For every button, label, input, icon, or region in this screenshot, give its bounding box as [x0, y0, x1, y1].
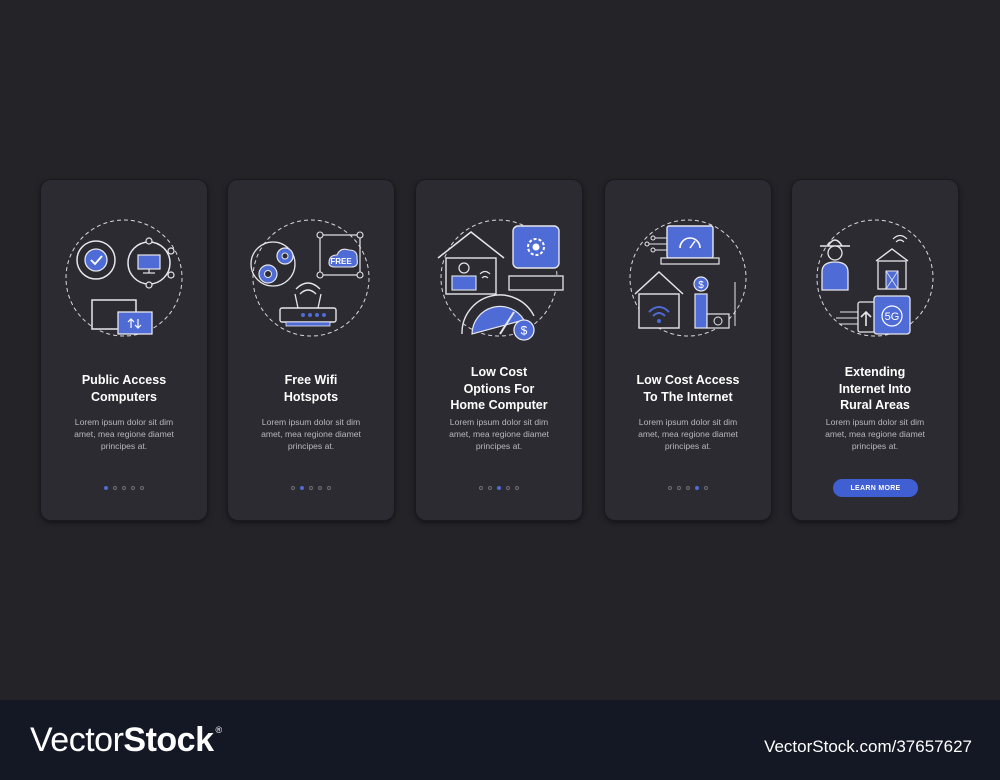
- registered-mark: ®: [215, 725, 222, 735]
- onboarding-card-home-computer: $ Low Cost Options For Home Computer Lor…: [416, 180, 582, 520]
- page-dot[interactable]: [300, 486, 304, 490]
- pagination-dots: [605, 486, 771, 490]
- card-description: Lorem ipsum dolor sit dim amet, mea regi…: [449, 417, 549, 452]
- page-dot[interactable]: [677, 486, 681, 490]
- card-title: Public Access Computers: [81, 373, 167, 404]
- pagination-dots: [416, 486, 582, 490]
- page-dot[interactable]: [704, 486, 708, 490]
- page-dot[interactable]: [695, 486, 699, 490]
- page-dot[interactable]: [686, 486, 690, 490]
- page-dot[interactable]: [291, 486, 295, 490]
- page-dot[interactable]: [318, 486, 322, 490]
- page-dot[interactable]: [309, 486, 313, 490]
- currency-symbol: $: [698, 280, 704, 291]
- brand-logo: VectorStock ®: [30, 721, 222, 760]
- internet-access-icon: $: [629, 219, 747, 337]
- onboarding-card-internet-access: $ Low Cost Access To The Internet Lorem …: [605, 180, 771, 520]
- onboarding-screens: Public Access Computers Lorem ipsum dolo…: [0, 0, 1000, 700]
- card-title: Low Cost Access To The Internet: [636, 373, 740, 404]
- network-label: 5G: [885, 311, 900, 323]
- onboarding-card-public-access: Public Access Computers Lorem ipsum dolo…: [41, 180, 207, 520]
- pagination-dots: [228, 486, 394, 490]
- card-title: Low Cost Options For Home Computer: [450, 365, 548, 412]
- card-title: Extending Internet Into Rural Areas: [838, 365, 912, 412]
- page-dot[interactable]: [506, 486, 510, 490]
- card-description: Lorem ipsum dolor sit dim amet, mea regi…: [638, 417, 738, 452]
- brand-name-light: Vector: [30, 721, 124, 759]
- public-access-computers-icon: [65, 219, 183, 337]
- card-description: Lorem ipsum dolor sit dim amet, mea regi…: [261, 417, 361, 452]
- page-dot[interactable]: [140, 486, 144, 490]
- brand-name-bold: Stock: [123, 721, 214, 759]
- free-wifi-hotspots-icon: FREE: [250, 219, 370, 337]
- page-dot[interactable]: [122, 486, 126, 490]
- card-description: Lorem ipsum dolor sit dim amet, mea regi…: [74, 417, 174, 452]
- page-dot[interactable]: [668, 486, 672, 490]
- learn-more-button[interactable]: LEARN MORE: [833, 479, 918, 497]
- image-id: VectorStock.com/37657627: [764, 737, 972, 756]
- onboarding-card-free-wifi: FREE Free Wifi Hotspots Lorem ipsum dolo…: [228, 180, 394, 520]
- pagination-dots: [41, 486, 207, 490]
- free-label: FREE: [330, 257, 352, 266]
- page-dot[interactable]: [497, 486, 501, 490]
- currency-symbol: $: [521, 324, 528, 338]
- page-dot[interactable]: [327, 486, 331, 490]
- page-dot[interactable]: [131, 486, 135, 490]
- page-dot[interactable]: [113, 486, 117, 490]
- rural-internet-icon: 5G: [816, 219, 934, 337]
- card-title: Free Wifi Hotspots: [283, 373, 339, 404]
- home-computer-icon: $: [437, 219, 564, 341]
- page-dot[interactable]: [479, 486, 483, 490]
- page-dot[interactable]: [488, 486, 492, 490]
- card-description: Lorem ipsum dolor sit dim amet, mea regi…: [825, 417, 925, 452]
- page-dot[interactable]: [515, 486, 519, 490]
- page-dot[interactable]: [104, 486, 108, 490]
- onboarding-card-rural-areas: 5G Extending Internet Into Rural Areas L…: [792, 180, 958, 520]
